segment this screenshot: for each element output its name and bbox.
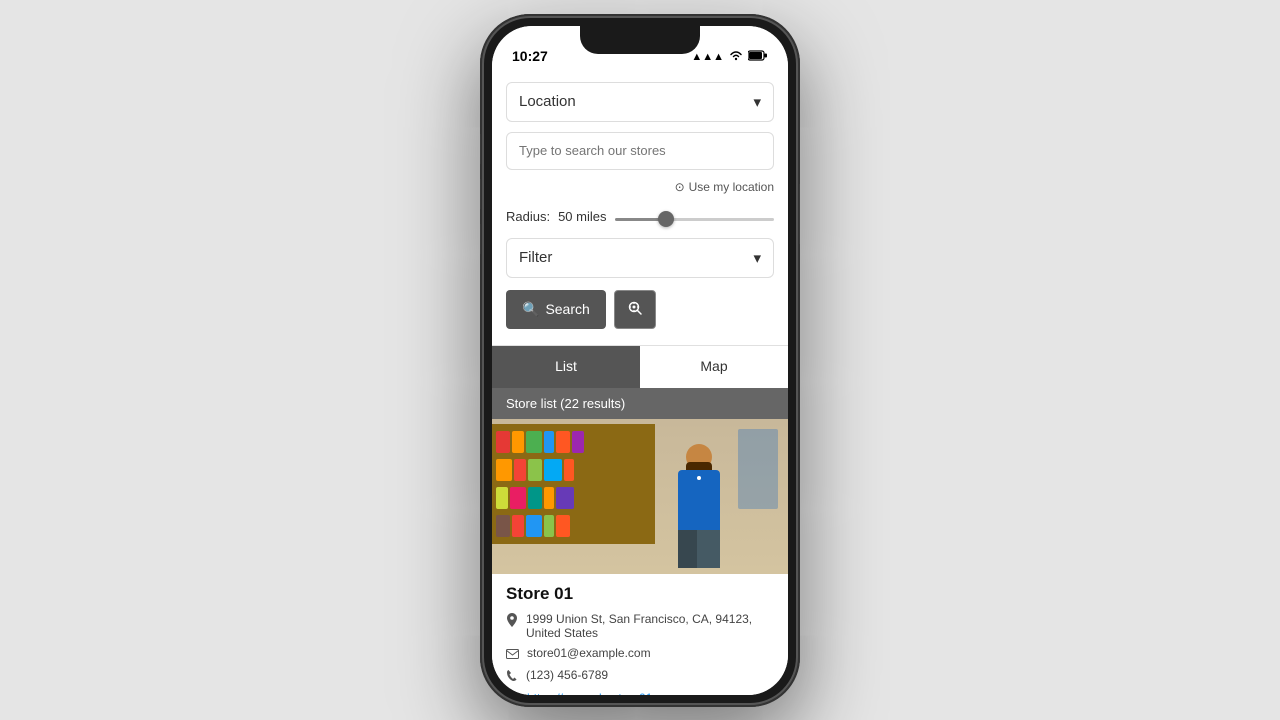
location-dropdown[interactable]: Location ▾ — [506, 82, 774, 122]
map-search-icon — [627, 303, 643, 319]
store-website[interactable]: https://example-store01.com — [527, 691, 678, 695]
location-pin-icon — [506, 613, 518, 630]
radius-label: Radius: — [506, 209, 550, 224]
status-icons: ▲▲▲ — [691, 50, 768, 64]
phone-screen: 10:27 ▲▲▲ — [492, 26, 788, 695]
store-search-input-wrapper — [506, 132, 774, 170]
tab-list[interactable]: List — [492, 346, 640, 388]
search-button[interactable]: 🔍 Search — [506, 290, 606, 329]
store-person — [669, 444, 729, 574]
tab-map[interactable]: Map — [640, 346, 788, 388]
search-btn-icon: 🔍 — [522, 301, 539, 318]
store-image — [492, 419, 788, 574]
radius-value: 50 miles — [558, 209, 606, 224]
view-tabs: List Map — [492, 345, 788, 388]
store-list-header: Store list (22 results) — [492, 388, 788, 419]
radius-section: Radius: 50 miles — [506, 208, 774, 226]
store-email: store01@example.com — [527, 646, 651, 660]
notch — [580, 26, 700, 54]
store-phone-row: (123) 456-6789 — [506, 668, 774, 685]
signal-icon: ▲▲▲ — [691, 51, 724, 63]
radius-slider-container — [615, 208, 775, 226]
store-address: 1999 Union St, San Francisco, CA, 94123,… — [526, 612, 774, 640]
store-phone: (123) 456-6789 — [526, 668, 608, 682]
search-section: Location ▾ ⊙ Use my location Radius: — [492, 70, 788, 345]
phone-icon — [506, 669, 518, 685]
power-button — [799, 184, 800, 244]
battery-icon — [748, 50, 768, 64]
store-email-row: store01@example.com — [506, 646, 774, 662]
chevron-down-icon: ▾ — [753, 93, 761, 111]
store-name: Store 01 — [506, 584, 774, 604]
filter-chevron-down-icon: ▾ — [753, 249, 761, 267]
store-search-input[interactable] — [519, 143, 761, 158]
bg-item — [738, 429, 778, 509]
wifi-icon — [729, 50, 743, 64]
store-website-row: https://example-store01.com — [506, 691, 774, 695]
phone-frame: 10:27 ▲▲▲ — [480, 14, 800, 707]
use-my-location-button[interactable]: ⊙ Use my location — [675, 180, 774, 194]
app-content: Location ▾ ⊙ Use my location Radius: — [492, 70, 788, 695]
store-address-row: 1999 Union St, San Francisco, CA, 94123,… — [506, 612, 774, 640]
store-info-section: Store 01 1999 Union St, San Francisco, C… — [492, 574, 788, 695]
radius-slider[interactable] — [615, 218, 775, 221]
status-time: 10:27 — [512, 48, 548, 64]
location-search-icon-button[interactable] — [614, 290, 656, 329]
use-location-section: ⊙ Use my location — [506, 178, 774, 196]
location-target-icon: ⊙ — [675, 180, 685, 194]
volume-down-button — [480, 179, 481, 209]
link-icon — [506, 692, 519, 695]
search-buttons-section: 🔍 Search — [506, 290, 774, 329]
store-shelves — [492, 424, 655, 544]
location-label: Location — [519, 93, 576, 110]
filter-label: Filter — [519, 249, 552, 266]
volume-up-button — [480, 134, 481, 164]
envelope-icon — [506, 647, 519, 662]
filter-dropdown[interactable]: Filter ▾ — [506, 238, 774, 278]
silent-switch — [480, 224, 481, 254]
